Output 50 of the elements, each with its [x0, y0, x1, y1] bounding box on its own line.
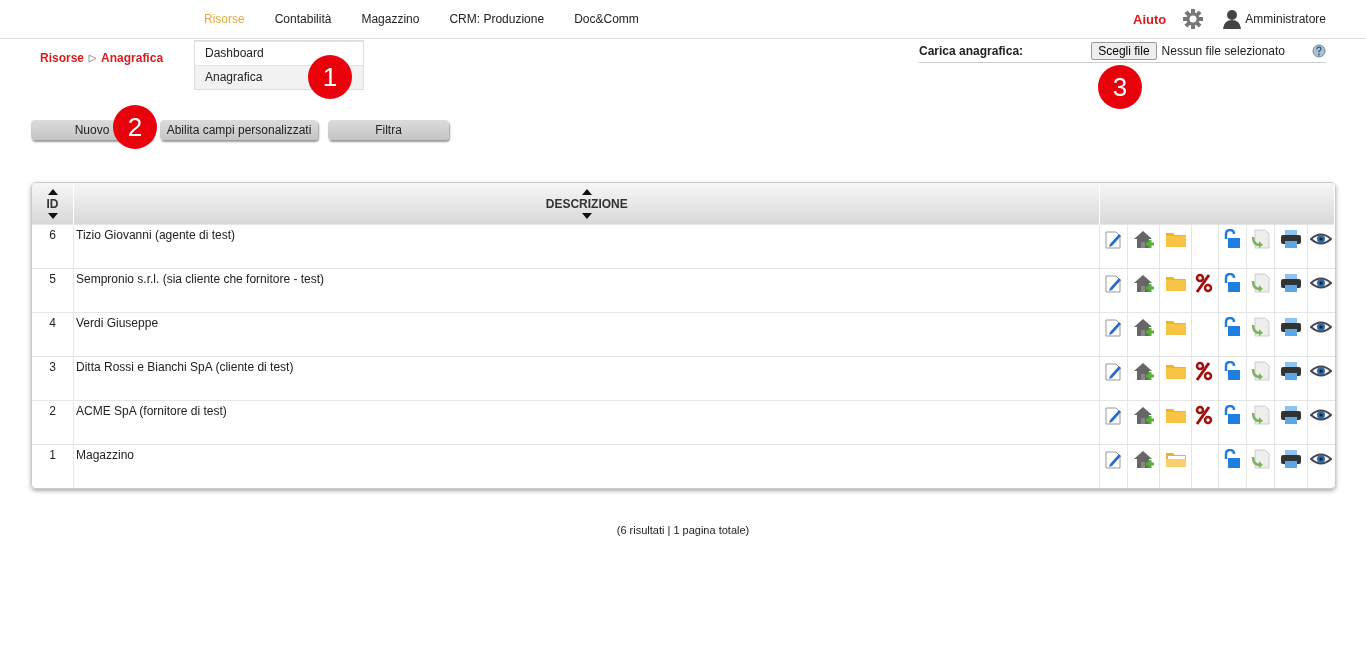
- id-cell: 4: [32, 312, 74, 357]
- house-plus-icon[interactable]: [1132, 229, 1155, 249]
- breadcrumb-link[interactable]: Anagrafica: [101, 51, 164, 65]
- nav-tab[interactable]: Doc&Comm: [559, 12, 654, 26]
- separator-icon: [88, 53, 98, 63]
- sort-down-icon[interactable]: [580, 211, 593, 220]
- description-cell: ACME SpA (fornitore di test): [73, 400, 1100, 445]
- user-icon[interactable]: [1222, 9, 1243, 29]
- description-cell: Sempronio s.r.l. (sia cliente che fornitore - test): [73, 268, 1100, 313]
- house-plus-icon[interactable]: [1132, 405, 1155, 425]
- description-cell: Tizio Giovanni (agente di test): [73, 224, 1100, 269]
- results-summary: (6 risultati | 1 pagina totale): [616, 524, 750, 536]
- nav-tab[interactable]: CRM: Produzione: [434, 12, 560, 26]
- choose-file-button[interactable]: Scegli file: [1091, 42, 1157, 60]
- printer-icon[interactable]: [1280, 229, 1303, 249]
- id-cell: 1: [32, 444, 74, 488]
- printer-icon[interactable]: [1280, 405, 1303, 425]
- file-status: Nessun file selezionato: [1161, 44, 1285, 58]
- printer-icon[interactable]: [1280, 361, 1303, 381]
- description-cell: Verdi Giuseppe: [73, 312, 1100, 357]
- callout-tooltip: 2: [113, 105, 157, 149]
- description-cell: Ditta Rossi e Bianchi SpA (cliente di test): [73, 356, 1100, 401]
- nav-tab[interactable]: Contabilità: [259, 12, 347, 26]
- callout-tooltip: 3: [1098, 65, 1142, 109]
- house-plus-icon[interactable]: [1132, 273, 1155, 293]
- house-plus-icon[interactable]: [1132, 317, 1155, 337]
- column-header[interactable]: ID: [46, 196, 59, 211]
- settings-icon[interactable]: [1182, 8, 1205, 30]
- upload-label: Carica anagrafica:: [919, 44, 1024, 58]
- id-cell: 5: [32, 268, 74, 313]
- column-header[interactable]: DESCRIZIONE: [545, 196, 628, 211]
- id-cell: 3: [32, 356, 74, 401]
- action-button[interactable]: Filtra: [328, 120, 449, 140]
- action-button[interactable]: Abilita campi personalizzati: [160, 120, 318, 140]
- id-cell: 2: [32, 400, 74, 445]
- nav-tab[interactable]: Magazzino: [346, 12, 435, 26]
- help-icon[interactable]: [1312, 44, 1326, 58]
- sort-up-icon[interactable]: [46, 187, 59, 196]
- sort-up-icon[interactable]: [580, 187, 593, 196]
- printer-icon[interactable]: [1280, 317, 1303, 337]
- breadcrumb-link[interactable]: Risorse: [40, 51, 85, 65]
- help-link[interactable]: Aiuto: [1133, 11, 1167, 27]
- house-plus-icon[interactable]: [1132, 361, 1155, 381]
- printer-icon[interactable]: [1280, 273, 1303, 293]
- printer-icon[interactable]: [1280, 449, 1303, 469]
- description-cell: Magazzino: [73, 444, 1100, 488]
- user-name[interactable]: Amministratore: [1245, 12, 1326, 26]
- id-cell: 6: [32, 224, 74, 269]
- sort-down-icon[interactable]: [46, 211, 59, 220]
- house-plus-icon[interactable]: [1132, 449, 1155, 469]
